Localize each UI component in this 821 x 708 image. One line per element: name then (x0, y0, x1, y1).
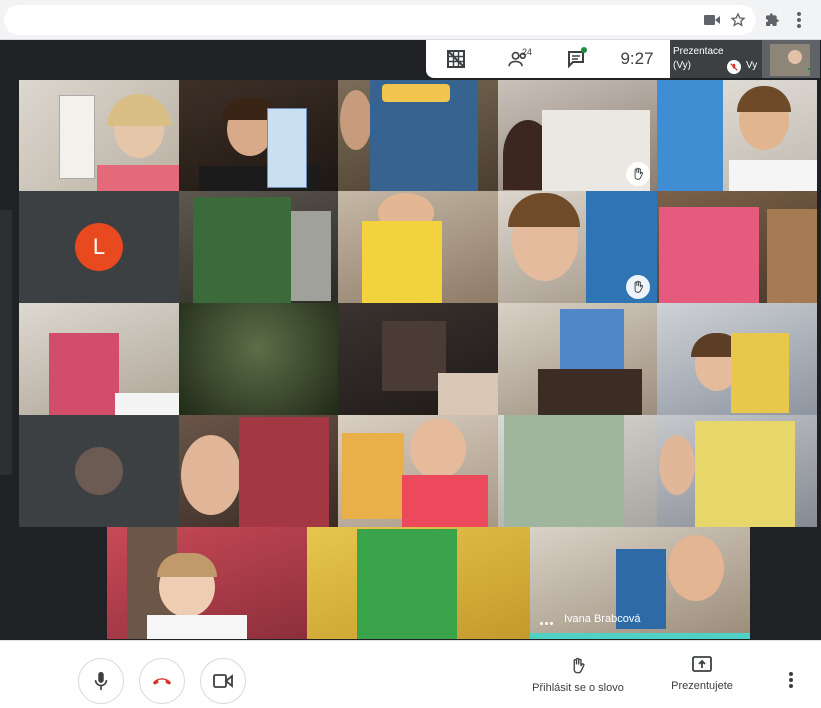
participant-tile[interactable] (657, 303, 817, 415)
participant-name: Ivana Brabcová (564, 613, 641, 625)
meeting-info-bar: 24 9:27 Prezentace (Vy) Vy (426, 40, 820, 78)
book (193, 197, 291, 303)
muted-mic-icon (727, 60, 741, 74)
book (657, 80, 723, 191)
address-bar[interactable] (4, 5, 756, 35)
participant-tile[interactable] (338, 415, 498, 527)
book (193, 357, 323, 397)
speaking-indicator (540, 616, 553, 628)
hang-up-icon (151, 676, 173, 686)
participant-tile[interactable] (107, 527, 307, 639)
participants-button[interactable]: 24 (496, 40, 540, 78)
presentation-label: Prezentace (673, 46, 724, 57)
book (267, 108, 307, 188)
puzzle-icon[interactable] (762, 10, 782, 30)
book (357, 529, 457, 639)
chat-button[interactable] (558, 40, 594, 78)
side-panel-handle[interactable] (0, 210, 12, 475)
raise-hand-button[interactable]: Přihlásit se o slovo (528, 656, 628, 694)
more-options-icon[interactable] (787, 670, 795, 690)
book (504, 415, 624, 527)
speaking-indicator (808, 68, 820, 72)
participant-tile[interactable] (498, 191, 657, 303)
present-label: Prezentujete (671, 680, 733, 692)
participant-tile[interactable] (179, 80, 338, 191)
self-video-tile[interactable] (762, 40, 820, 78)
book (59, 95, 95, 179)
active-speaker-bar (530, 633, 750, 639)
leave-call-button[interactable] (139, 658, 185, 704)
book (239, 417, 329, 527)
participants-count: 24 (522, 47, 533, 57)
self-label: Vy (746, 60, 758, 71)
microphone-button[interactable] (78, 658, 124, 704)
participant-avatar: L (75, 223, 123, 271)
browser-toolbar (0, 0, 821, 40)
book (695, 421, 795, 527)
video-camera-icon (213, 674, 233, 688)
participant-tile[interactable] (657, 415, 817, 527)
microphone-icon (93, 671, 109, 691)
participant-tile[interactable] (19, 303, 179, 415)
book (382, 321, 446, 391)
chat-notification-dot (581, 47, 587, 53)
meeting-clock: 9:27 (620, 49, 654, 68)
layout-grid-icon[interactable] (438, 40, 474, 78)
participant-photo-avatar (75, 447, 123, 495)
book (342, 433, 404, 519)
participant-tile[interactable] (338, 80, 498, 191)
camera-button[interactable] (200, 658, 246, 704)
presentation-owner-label: (Vy) (673, 60, 691, 71)
book (362, 221, 442, 303)
participant-tile[interactable] (19, 80, 179, 191)
participant-tile[interactable]: Ivana Brabcová (530, 527, 750, 639)
participant-tile[interactable]: L (19, 191, 179, 303)
raise-hand-label: Přihlásit se o slovo (532, 682, 624, 694)
participant-tile[interactable] (498, 415, 657, 527)
raised-hand-icon (569, 656, 587, 676)
book (659, 207, 759, 303)
present-screen-icon (692, 656, 712, 674)
present-button[interactable]: Prezentujete (666, 656, 738, 692)
raised-hand-icon (626, 162, 650, 186)
participant-tile[interactable] (657, 80, 817, 191)
participant-tile[interactable] (179, 415, 338, 527)
controls-divider (0, 640, 821, 641)
meeting-controls: Přihlásit se o slovo Prezentujete (0, 640, 821, 708)
meet-window: 24 9:27 Prezentace (Vy) Vy L Ivana Brabc… (0, 0, 821, 708)
participant-tile[interactable] (498, 80, 657, 191)
chat-icon (566, 47, 587, 69)
participant-tile[interactable] (657, 191, 817, 303)
participant-tile[interactable] (307, 527, 530, 639)
book (731, 333, 789, 413)
participant-tile[interactable] (179, 303, 338, 415)
self-face (788, 50, 802, 64)
more-vert-icon[interactable] (789, 10, 809, 30)
participant-tile[interactable] (19, 415, 179, 527)
participant-tile[interactable] (498, 303, 657, 415)
presentation-tile[interactable]: Prezentace (Vy) Vy (670, 40, 762, 78)
camera-icon[interactable] (702, 10, 722, 30)
star-icon[interactable] (728, 10, 748, 30)
raised-hand-icon (626, 275, 650, 299)
participant-tile[interactable] (338, 303, 498, 415)
participant-tile[interactable] (179, 191, 338, 303)
participant-tile[interactable] (338, 191, 498, 303)
book (49, 333, 119, 415)
